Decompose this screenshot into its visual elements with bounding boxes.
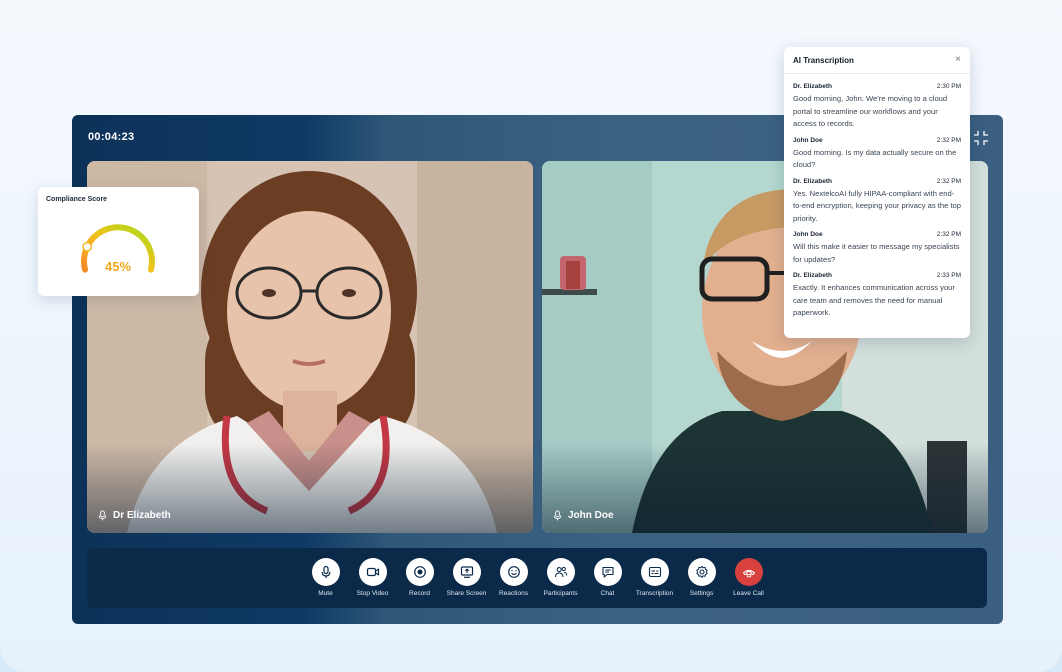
gauge-arc [81, 224, 155, 273]
participant-name: John Doe [568, 510, 614, 521]
exit-fullscreen-icon[interactable] [973, 130, 989, 146]
message-text: Good morning. Is my data actually secure… [793, 147, 957, 170]
microphone-icon [98, 510, 107, 521]
participants-button[interactable]: Participants [541, 558, 580, 597]
share-screen-icon [460, 566, 473, 578]
settings-label: Settings [689, 590, 714, 597]
transcription-messages: Dr. Elizabeth 2:30 PM Good morning, John.… [784, 74, 970, 320]
transcription-label: Transcription [635, 590, 674, 597]
stop-video-label: Stop Video [356, 590, 389, 597]
close-icon[interactable]: × [955, 54, 961, 65]
compliance-score-card: Compliance Score 45% [38, 187, 199, 296]
gear-icon [695, 565, 708, 578]
message-time: 2:30 PM [936, 83, 961, 90]
message-text: Will this make it easier to message my s… [793, 242, 960, 264]
message-time: 2:33 PM [936, 272, 961, 279]
message-time: 2:32 PM [936, 231, 961, 238]
mute-button[interactable]: Mute [306, 558, 345, 597]
reactions-label: Reactions [499, 590, 528, 597]
transcript-message: Dr. Elizabeth 2:33 PM Exactly. It enhance… [784, 272, 970, 320]
call-timer: 00:04:23 [88, 131, 135, 143]
microphone-icon [553, 510, 562, 521]
transcript-message: John Doe 2:32 PM Good morning. Is my data… [784, 137, 970, 172]
compliance-score-value: 45% [104, 259, 132, 274]
settings-button[interactable]: Settings [682, 558, 721, 597]
leave-call-label: Leave Call [733, 590, 764, 597]
message-text: Good morning, John. We're moving to a cl… [793, 94, 948, 128]
transcription-icon [648, 566, 661, 578]
share-screen-label: Share Screen [446, 590, 487, 597]
reactions-button[interactable]: Reactions [494, 558, 533, 597]
participant-name-label: John Doe [552, 510, 614, 521]
transcript-message: John Doe 2:32 PM Will this make it easier… [784, 231, 970, 266]
message-time: 2:32 PM [936, 136, 961, 144]
transcript-message: Dr. Elizabeth 2:32 PM Yes. NextelcoAI ful… [784, 178, 970, 226]
message-speaker: John Doe [793, 231, 823, 238]
video-camera-icon [366, 567, 379, 577]
stop-video-button[interactable]: Stop Video [353, 558, 392, 597]
participant-name-label: Dr Elizabeth [97, 510, 171, 521]
phone-hangup-icon [742, 569, 755, 578]
message-text: Exactly. It enhances communication acros… [793, 283, 955, 317]
message-text: Yes. NextelcoAI fully HIPAA-compliant wi… [793, 188, 962, 223]
chat-label: Chat [600, 590, 615, 597]
record-button[interactable]: Record [400, 558, 439, 597]
mute-label: Mute [318, 590, 333, 597]
ai-transcription-panel: AI Transcription × Dr. Elizabeth 2:30 PM … [784, 47, 970, 338]
transcript-message: Dr. Elizabeth 2:30 PM Good morning, John.… [784, 83, 970, 131]
message-speaker: Dr. Elizabeth [793, 177, 833, 185]
message-speaker: John Doe [793, 136, 823, 144]
transcription-header: AI Transcription × [784, 47, 970, 74]
message-speaker: Dr. Elizabeth [793, 83, 833, 90]
smiley-icon [507, 566, 520, 578]
compliance-score-title: Compliance Score [46, 196, 108, 203]
compliance-gauge: 45% [74, 207, 162, 287]
leave-call-button[interactable]: Leave Call [729, 558, 768, 597]
participants-label: Participants [543, 590, 578, 597]
chat-button[interactable]: Chat [588, 558, 627, 597]
transcription-title: AI Transcription [793, 56, 854, 65]
transcription-button[interactable]: Transcription [635, 558, 674, 597]
share-screen-button[interactable]: Share Screen [447, 558, 486, 597]
participant-name: Dr Elizabeth [113, 510, 171, 521]
record-label: Record [409, 590, 430, 597]
message-time: 2:32 PM [936, 177, 961, 185]
participants-icon [554, 566, 567, 578]
chat-icon [601, 566, 614, 578]
message-speaker: Dr. Elizabeth [793, 272, 833, 279]
record-icon [413, 566, 426, 578]
microphone-icon [321, 565, 330, 578]
call-controls-bar: Mute Stop Video Record Share Screen Reac… [87, 548, 987, 608]
gauge-marker [82, 241, 93, 252]
